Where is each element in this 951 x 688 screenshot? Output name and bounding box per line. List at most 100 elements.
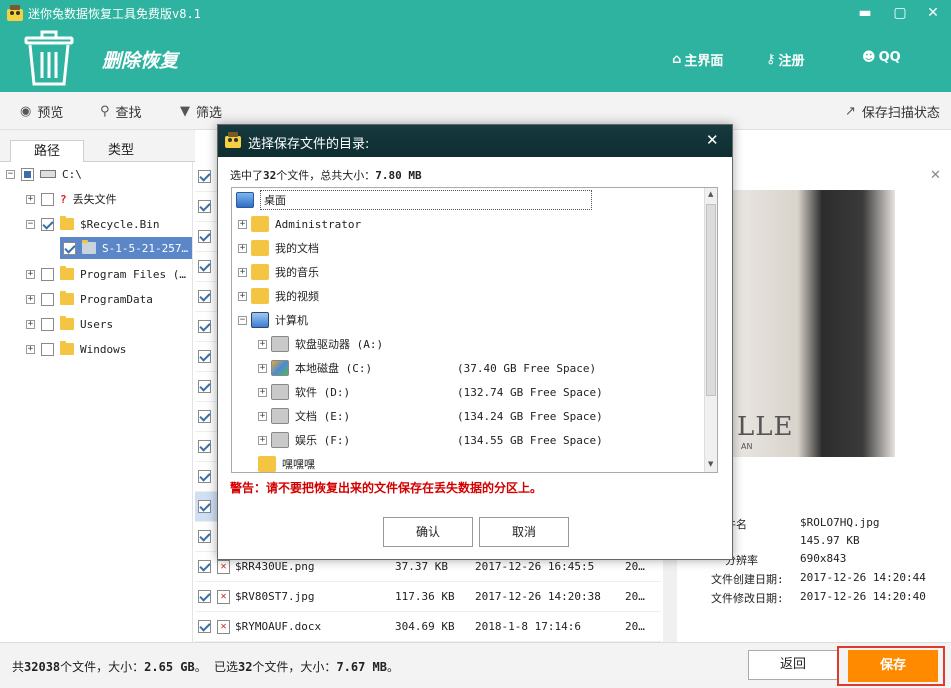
collapse-icon[interactable]: − <box>238 315 247 325</box>
image-file-icon: ✕ <box>217 559 230 574</box>
checkbox[interactable] <box>41 317 54 331</box>
checkbox[interactable] <box>198 470 211 483</box>
dir-item[interactable]: + 软盘驱动器 (A:) <box>258 332 383 356</box>
checkbox[interactable] <box>41 267 54 281</box>
save-directory-dialog: 选择保存文件的目录: ✕ 选中了32个文件，总共大小：7.80 MB 桌面 + … <box>217 124 733 560</box>
search-button[interactable]: ⚲ 查找 <box>100 102 142 121</box>
tree-item[interactable]: + Program Files (… <box>26 263 186 285</box>
expand-icon[interactable]: + <box>258 339 267 349</box>
cancel-button[interactable]: 取消 <box>479 517 569 547</box>
tree-item[interactable]: − C:\ <box>6 163 82 185</box>
expand-icon[interactable]: + <box>258 387 267 397</box>
checkbox[interactable] <box>41 342 54 356</box>
dir-item[interactable]: 桌面 <box>236 188 592 212</box>
checkbox[interactable] <box>41 217 54 231</box>
checkbox[interactable] <box>198 500 211 513</box>
minimize-button[interactable]: ▬ <box>852 2 878 24</box>
dialog-summary: 选中了32个文件，总共大小：7.80 MB <box>230 169 422 182</box>
expand-icon[interactable]: + <box>238 291 247 301</box>
title-bar: 迷你兔数据恢复工具免费版v8.1 ▬ ▢ ✕ <box>0 0 951 26</box>
checkbox[interactable] <box>198 530 211 543</box>
maximize-button[interactable]: ▢ <box>887 2 913 24</box>
tree-item[interactable]: + Users <box>26 313 113 335</box>
dir-item[interactable]: − 计算机 <box>238 308 308 332</box>
checkbox[interactable] <box>198 200 211 213</box>
checkbox[interactable] <box>198 260 211 273</box>
expand-icon[interactable]: + <box>26 294 35 304</box>
checkbox[interactable] <box>198 290 211 303</box>
dir-item[interactable]: + Administrator <box>238 212 361 236</box>
warning-text: 警告：请不要把恢复出来的文件保存在丢失数据的分区上。 <box>230 481 543 495</box>
tree-item[interactable]: + ProgramData <box>26 288 153 310</box>
checkbox[interactable] <box>41 192 54 206</box>
checkbox[interactable] <box>21 167 34 181</box>
tab-path[interactable]: 路径 <box>10 140 84 162</box>
dialog-close-icon[interactable]: ✕ <box>706 131 719 149</box>
recycle-bin-icon <box>24 30 74 86</box>
disk-icon <box>271 432 289 448</box>
checkbox[interactable] <box>198 380 211 393</box>
expand-icon[interactable]: + <box>258 411 267 421</box>
checkbox[interactable] <box>198 590 211 603</box>
dir-item[interactable]: 嘿嘿嘿 <box>258 452 315 472</box>
table-row[interactable]: ✕ $RYMOAUF.docx 304.69 KB 2018-1-8 17:14… <box>195 612 661 642</box>
dir-item[interactable]: + 娱乐 (F:) (134.55 GB Free Space) <box>258 428 603 452</box>
tree-item[interactable]: + ? 丢失文件 <box>26 188 117 210</box>
checkbox[interactable] <box>198 350 211 363</box>
page-title: 删除恢复 <box>102 50 179 72</box>
expand-icon[interactable]: + <box>26 344 35 354</box>
expand-icon[interactable]: + <box>258 363 267 373</box>
save-scan-button[interactable]: ↗ 保存扫描状态 <box>845 102 940 121</box>
music-folder-icon <box>251 264 269 280</box>
status-bar: 共32038个文件，大小：2.65 GB。 已选32个文件，大小：7.67 MB… <box>0 642 951 688</box>
checkbox[interactable] <box>198 620 211 633</box>
floppy-drive-icon <box>271 336 289 352</box>
close-preview-icon[interactable]: ✕ <box>930 168 941 183</box>
dir-item[interactable]: + 软件 (D:) (132.74 GB Free Space) <box>258 380 603 404</box>
expand-icon[interactable]: + <box>238 219 247 229</box>
close-button[interactable]: ✕ <box>920 2 946 24</box>
collapse-icon[interactable]: − <box>6 169 15 179</box>
nav-qq[interactable]: ☻ QQ <box>862 50 901 65</box>
save-button[interactable]: 保存 <box>848 650 938 682</box>
preview-button[interactable]: ◉ 预览 <box>20 102 63 121</box>
tree-item[interactable]: − $Recycle.Bin <box>26 213 159 235</box>
disk-icon <box>271 408 289 424</box>
checkbox[interactable] <box>198 320 211 333</box>
system-disk-icon <box>271 360 289 376</box>
checkbox[interactable] <box>198 230 211 243</box>
checkbox[interactable] <box>198 440 211 453</box>
expand-icon[interactable]: + <box>26 269 35 279</box>
file-size: 117.36 KB <box>395 590 455 603</box>
tree-item-selected[interactable]: S-1-5-21-257… <box>60 237 192 259</box>
dir-item[interactable]: + 本地磁盘 (C:) (37.40 GB Free Space) <box>258 356 596 380</box>
export-icon: ↗ <box>845 104 856 119</box>
tab-type[interactable]: 类型 <box>88 140 154 162</box>
file-extra: 20… <box>625 560 645 573</box>
dir-item[interactable]: + 我的文档 <box>238 236 319 260</box>
collapse-icon[interactable]: − <box>26 219 35 229</box>
expand-icon[interactable]: + <box>238 267 247 277</box>
tree-item[interactable]: + Windows <box>26 338 126 360</box>
checkbox[interactable] <box>198 560 211 573</box>
expand-icon[interactable]: + <box>238 243 247 253</box>
expand-icon[interactable]: + <box>258 435 267 445</box>
nav-register[interactable]: ⚷ 注册 <box>766 50 805 69</box>
dialog-scroll-thumb[interactable] <box>706 204 716 396</box>
expand-icon[interactable]: + <box>26 319 35 329</box>
nav-home[interactable]: ⌂ 主界面 <box>672 50 723 69</box>
disk-icon <box>271 384 289 400</box>
expand-icon[interactable]: + <box>26 194 35 204</box>
dir-item[interactable]: + 我的音乐 <box>238 260 319 284</box>
checkbox[interactable] <box>198 410 211 423</box>
checkbox[interactable] <box>63 241 76 255</box>
checkbox[interactable] <box>41 292 54 306</box>
dir-item[interactable]: + 文档 (E:) (134.24 GB Free Space) <box>258 404 603 428</box>
back-button[interactable]: 返回 <box>748 650 838 680</box>
filter-button[interactable]: ▼ 筛选 <box>180 102 222 121</box>
checkbox[interactable] <box>198 170 211 183</box>
confirm-button[interactable]: 确认 <box>383 517 473 547</box>
dir-item[interactable]: + 我的视频 <box>238 284 319 308</box>
table-row[interactable]: ✕ $RV80ST7.jpg 117.36 KB 2017-12-26 14:2… <box>195 582 661 612</box>
info-value: 145.97 KB <box>800 534 860 547</box>
